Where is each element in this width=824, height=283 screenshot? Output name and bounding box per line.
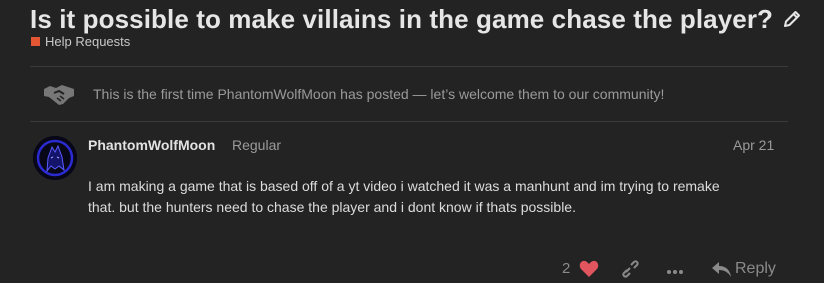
category-label: Help Requests <box>45 34 131 49</box>
topic-title-row: Is it possible to make villains in the g… <box>30 2 824 36</box>
post-actions: 2 Reply <box>0 258 824 278</box>
post-body-line: that. but the hunters need to chase the … <box>88 199 576 215</box>
notice-text: This is the first time PhantomWolfMoon h… <box>93 86 665 102</box>
avatar[interactable] <box>33 136 77 180</box>
category-badge[interactable]: Help Requests <box>31 34 130 49</box>
reply-button[interactable]: Reply <box>735 260 776 278</box>
handshake-icon <box>42 79 76 109</box>
pencil-icon[interactable] <box>781 8 803 30</box>
category-color-swatch <box>31 37 40 46</box>
like-count[interactable]: 2 <box>562 260 570 277</box>
post-username[interactable]: PhantomWolfMoon <box>88 137 215 153</box>
divider <box>30 121 788 122</box>
more-icon[interactable] <box>665 262 685 280</box>
topic-title: Is it possible to make villains in the g… <box>30 3 774 34</box>
post-body-line: I am making a game that is based off of … <box>88 178 720 194</box>
post-body: I am making a game that is based off of … <box>88 176 788 218</box>
post-date[interactable]: Apr 21 <box>733 137 774 153</box>
first-post-notice: This is the first time PhantomWolfMoon h… <box>30 67 788 121</box>
user-role: Regular <box>232 137 282 153</box>
